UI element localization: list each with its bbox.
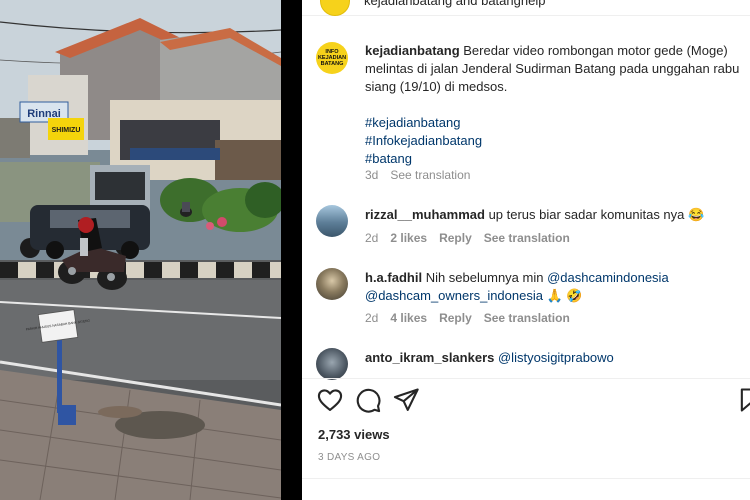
logo-line-3: BATANG xyxy=(320,61,344,67)
speech-bubble-icon[interactable] xyxy=(354,386,382,414)
comment-username[interactable]: anto_ikram_slankers xyxy=(365,350,494,365)
reply-button[interactable]: Reply xyxy=(439,311,472,325)
comment-emoji: 🙏 🤣 xyxy=(546,288,583,303)
comment-time: 2d xyxy=(365,311,379,325)
gutter xyxy=(281,0,302,500)
author-avatar[interactable] xyxy=(320,0,350,16)
post-timestamp: 3 DAYS AGO xyxy=(318,452,381,463)
comment-meta: 2d 2 likes Reply See translation xyxy=(365,231,570,245)
comment-text: anto_ikram_slankers @listyosigitprabowo xyxy=(365,349,743,367)
heart-outline-icon[interactable] xyxy=(316,386,344,414)
mention-link[interactable]: @dashcamindonesia xyxy=(547,270,669,285)
comment-text: rizzal__muhammad up terus biar sadar kom… xyxy=(365,206,743,224)
action-bar xyxy=(316,386,750,416)
comment-meta: 2d 4 likes Reply See translation xyxy=(365,311,570,325)
mention-link[interactable]: @listyosigitprabowo xyxy=(498,350,614,365)
comment-body: up terus biar sadar komunitas nya 😂 xyxy=(488,207,705,222)
comment-text: h.a.fadhil Nih sebelumnya min @dashcamin… xyxy=(365,269,743,305)
caption-meta: 3d See translation xyxy=(365,168,470,182)
divider xyxy=(302,378,750,379)
post-detail-panel: kejadianbatang and batanghelp INFO KEJAD… xyxy=(302,0,750,500)
caption-avatar[interactable]: INFO KEJADIAN BATANG xyxy=(316,42,348,74)
see-translation-link[interactable]: See translation xyxy=(484,231,570,245)
view-count[interactable]: 2,733 views xyxy=(318,427,390,442)
comment-likes[interactable]: 2 likes xyxy=(390,231,427,245)
shimizu-sign: SHIMIZU xyxy=(52,127,81,134)
comment-time: 2d xyxy=(365,231,379,245)
paper-plane-icon[interactable] xyxy=(392,386,420,414)
hashtag-2[interactable]: #Infokejadianbatang xyxy=(365,132,743,150)
divider xyxy=(302,478,750,479)
caption-username[interactable]: kejadianbatang xyxy=(365,43,460,58)
reply-button[interactable]: Reply xyxy=(439,231,472,245)
caption-time: 3d xyxy=(365,168,379,182)
hashtag-1[interactable]: #kejadianbatang xyxy=(365,114,743,132)
commenter-avatar[interactable] xyxy=(316,268,348,300)
caption-text: kejadianbatang Beredar video rombongan m… xyxy=(365,42,743,168)
comment-likes[interactable]: 4 likes xyxy=(390,311,427,325)
mention-link[interactable]: @dashcam_owners_indonesia xyxy=(365,288,543,303)
post-header-handle[interactable]: kejadianbatang and batanghelp xyxy=(364,0,545,8)
caption-see-translation[interactable]: See translation xyxy=(390,168,470,182)
comment-username[interactable]: h.a.fadhil xyxy=(365,270,422,285)
bookmark-icon[interactable] xyxy=(736,386,750,414)
see-translation-link[interactable]: See translation xyxy=(484,311,570,325)
post-video[interactable]: Rinnai SHIMIZU PARKIR KHUSUS NASABAH BAN… xyxy=(0,0,281,500)
commenter-avatar[interactable] xyxy=(316,205,348,237)
comment-username[interactable]: rizzal__muhammad xyxy=(365,207,485,222)
hashtag-3[interactable]: #batang xyxy=(365,150,743,168)
comment-body: Nih sebelumnya min xyxy=(425,270,548,285)
video-frame: Rinnai SHIMIZU PARKIR KHUSUS NASABAH BAN… xyxy=(0,0,281,500)
post-header: kejadianbatang and batanghelp xyxy=(302,0,750,16)
commenter-avatar[interactable] xyxy=(316,348,348,380)
